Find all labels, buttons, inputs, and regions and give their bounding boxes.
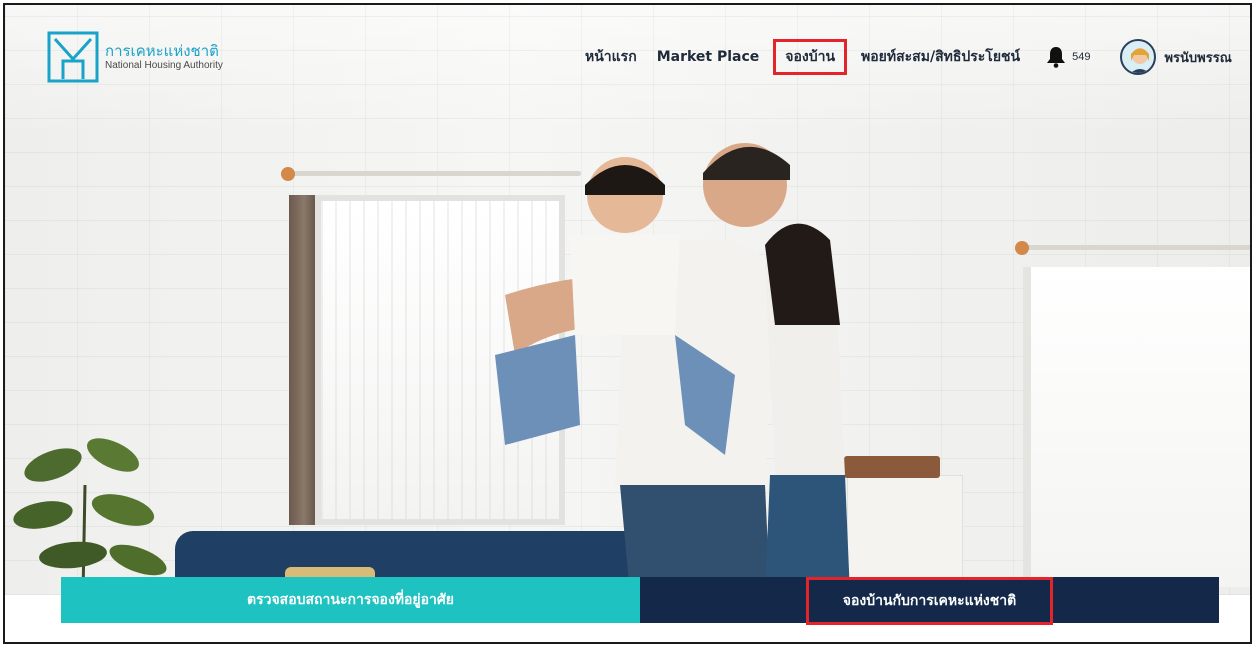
avatar <box>1120 39 1157 75</box>
nav-points-benefits[interactable]: พอยท์สะสม/สิทธิประโยชน์ <box>851 39 1030 75</box>
nav-book-house[interactable]: จองบ้าน <box>773 39 848 75</box>
brand-text: การเคหะแห่งชาติ National Housing Authori… <box>105 41 223 72</box>
user-avatar-icon <box>1131 48 1150 73</box>
brand-name-en: National Housing Authority <box>105 59 223 71</box>
brand-logo[interactable]: การเคหะแห่งชาติ National Housing Authori… <box>47 31 223 83</box>
nha-logo-icon <box>47 31 99 83</box>
nav-home[interactable]: หน้าแรก <box>575 39 647 75</box>
bell-icon <box>1047 47 1066 68</box>
booking-action-bar: ตรวจสอบสถานะการจองที่อยู่อาศัย จองบ้านกั… <box>61 577 1219 625</box>
brand-name-th: การเคหะแห่งชาติ <box>105 41 219 60</box>
check-booking-status-button[interactable]: ตรวจสอบสถานะการจองที่อยู่อาศัย <box>61 577 640 623</box>
site-header: การเคหะแห่งชาติ National Housing Authori… <box>5 5 1250 105</box>
curtain-rod-right <box>1015 241 1250 255</box>
user-menu[interactable]: พรนับพรรณ <box>1120 39 1232 75</box>
notification-button[interactable]: 549 <box>1046 46 1090 68</box>
notification-count: 549 <box>1072 51 1091 63</box>
check-booking-status-label: ตรวจสอบสถานะการจองที่อยู่อาศัย <box>247 592 454 608</box>
book-house-button[interactable]: จองบ้านกับการเคหะแห่งชาติ <box>640 577 1219 625</box>
main-nav: หน้าแรก Market Place จองบ้าน พอยท์สะสม/ส… <box>575 39 1232 75</box>
book-house-label: จองบ้านกับการเคหะแห่งชาติ <box>805 577 1054 625</box>
window-right <box>1023 267 1250 587</box>
user-name: พรนับพรรณ <box>1164 50 1232 66</box>
family-illustration <box>495 143 850 595</box>
page-frame: การเคหะแห่งชาติ National Housing Authori… <box>3 3 1252 644</box>
nav-market-place[interactable]: Market Place <box>647 39 770 75</box>
plant-illustration <box>13 438 167 595</box>
